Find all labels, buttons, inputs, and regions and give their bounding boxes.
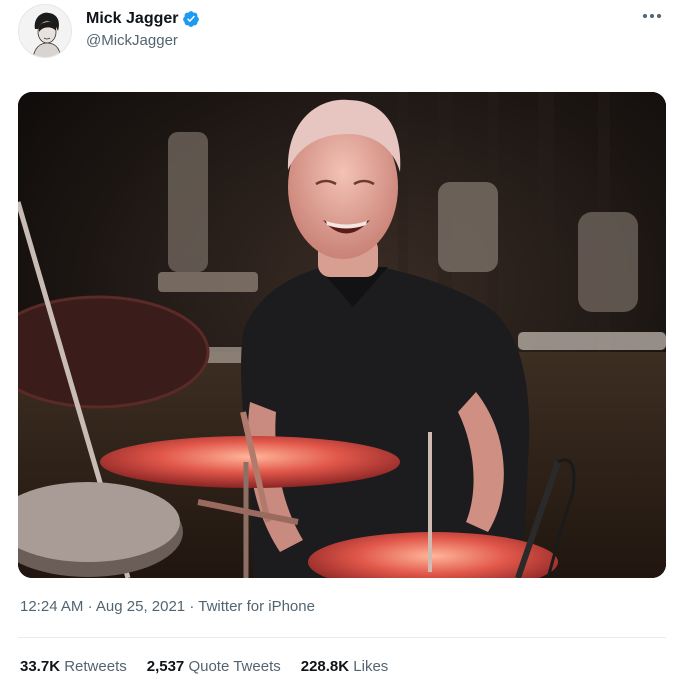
likes-label: Likes [353, 658, 389, 675]
retweets-label: Retweets [64, 658, 127, 675]
tweet-meta: 12:24 AM · Aug 25, 2021 · Twitter for iP… [20, 598, 315, 615]
drummer-photo [18, 92, 666, 578]
divider [18, 637, 666, 638]
more-options-button[interactable] [638, 6, 666, 26]
meta-separator-2: · [189, 598, 195, 615]
profile-photo-icon [19, 5, 71, 57]
more-dot [650, 14, 654, 18]
retweets-count: 33.7K [20, 658, 61, 675]
tweet-stats: 33.7K Retweets 2,537 Quote Tweets 228.8K… [20, 658, 388, 675]
quote-tweets-count: 2,537 [146, 658, 185, 675]
quote-tweets-label: Quote Tweets [188, 658, 281, 675]
more-dots-icon [643, 14, 647, 18]
more-dot [657, 14, 661, 18]
author-display-name[interactable]: Mick Jagger [86, 10, 178, 28]
tweet-photo[interactable] [18, 92, 666, 578]
author-handle[interactable]: @MickJagger [86, 32, 200, 49]
tweet-source[interactable]: Twitter for iPhone [198, 598, 315, 615]
retweets-stat[interactable]: 33.7K Retweets [20, 658, 127, 675]
likes-count: 228.8K [300, 658, 350, 675]
verified-badge-icon [183, 11, 200, 27]
author-names: Mick Jagger @MickJagger [86, 8, 200, 49]
quote-tweets-stat[interactable]: 2,537 Quote Tweets [147, 658, 281, 675]
tweet-header: Mick Jagger @MickJagger [18, 4, 670, 60]
tweet-time[interactable]: 12:24 AM [20, 598, 83, 615]
meta-separator: · [87, 598, 93, 615]
tweet-date[interactable]: Aug 25, 2021 [96, 598, 185, 615]
display-name-row: Mick Jagger [86, 8, 200, 30]
likes-stat[interactable]: 228.8K Likes [301, 658, 389, 675]
author-avatar[interactable] [18, 4, 72, 58]
